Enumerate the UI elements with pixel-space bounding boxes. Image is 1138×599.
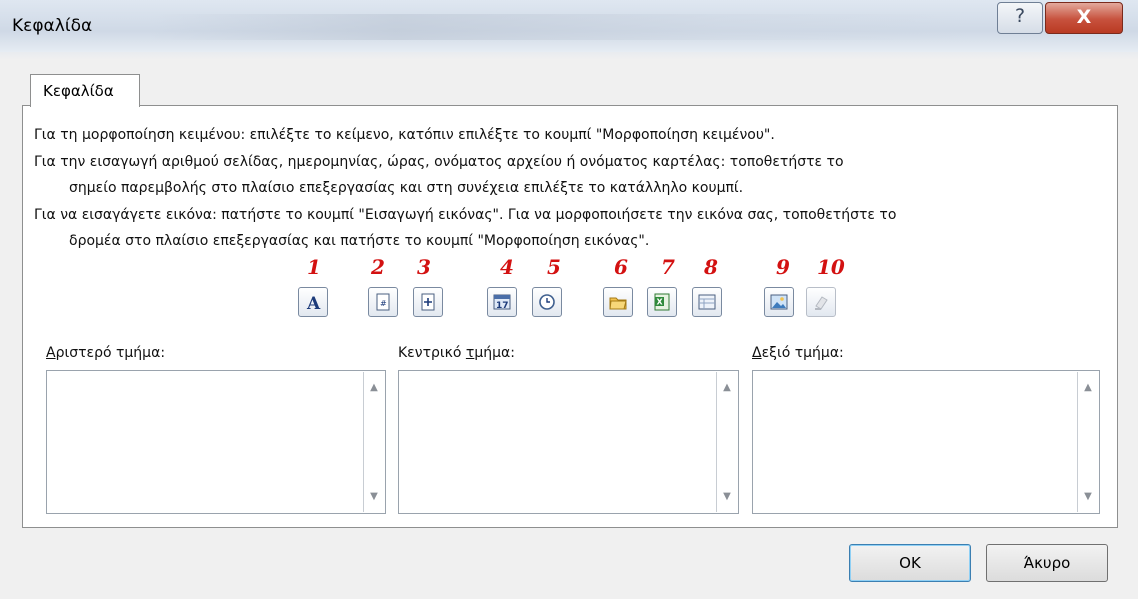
- left-section-input[interactable]: ▲ ▼: [46, 370, 386, 514]
- annotation-number: 1: [307, 255, 321, 279]
- insert-picture-icon: [770, 294, 788, 310]
- format-picture-button[interactable]: [806, 287, 836, 317]
- right-section-label: Δεξιό τμήμα:: [752, 345, 844, 361]
- insert-file-path-button[interactable]: [603, 287, 633, 317]
- annotation-number: 6: [614, 255, 628, 279]
- close-button[interactable]: X: [1045, 2, 1123, 34]
- scroll-up-icon[interactable]: ▲: [1078, 382, 1098, 393]
- time-icon: [539, 294, 555, 310]
- number-of-pages-icon: [421, 293, 435, 311]
- scroll-up-icon[interactable]: ▲: [717, 382, 737, 393]
- center-section-scrollbar[interactable]: ▲ ▼: [716, 372, 737, 512]
- format-text-icon: A: [306, 294, 321, 312]
- scroll-down-icon[interactable]: ▼: [717, 491, 737, 502]
- dialog-title: Κεφαλίδα: [12, 16, 93, 36]
- date-icon: 17: [493, 294, 511, 311]
- title-bar: Κεφαλίδα ? X: [0, 0, 1138, 52]
- annotation-number: 4: [500, 255, 514, 279]
- scroll-down-icon[interactable]: ▼: [364, 491, 384, 502]
- ok-button-label: OK: [899, 554, 921, 572]
- insert-file-name-button[interactable]: X: [647, 287, 677, 317]
- folder-icon: [609, 297, 627, 310]
- annotation-number: 3: [417, 255, 431, 279]
- insert-sheet-name-button[interactable]: [692, 287, 722, 317]
- insert-date-button[interactable]: 17: [487, 287, 517, 317]
- left-section-scrollbar[interactable]: ▲ ▼: [363, 372, 384, 512]
- ok-button[interactable]: OK: [849, 544, 971, 582]
- excel-file-icon: X: [654, 293, 670, 311]
- svg-text:17: 17: [496, 301, 509, 311]
- center-section-input[interactable]: ▲ ▼: [398, 370, 739, 514]
- right-section-scrollbar[interactable]: ▲ ▼: [1077, 372, 1098, 512]
- help-icon: ?: [1014, 5, 1026, 27]
- instruction-line-4: Για να εισαγάγετε εικόνα: πατήστε το κου…: [34, 207, 897, 223]
- cancel-button[interactable]: Άκυρο: [986, 544, 1108, 582]
- title-bar-background: [150, 14, 970, 40]
- annotation-number: 10: [817, 255, 845, 279]
- annotation-number: 8: [704, 255, 718, 279]
- annotation-number: 7: [661, 255, 675, 279]
- insert-number-of-pages-button[interactable]: [413, 287, 443, 317]
- scroll-down-icon[interactable]: ▼: [1078, 491, 1098, 502]
- tab-header[interactable]: Κεφαλίδα: [30, 74, 140, 107]
- instruction-line-2: Για την εισαγωγή αριθμού σελίδας, ημερομ…: [34, 154, 844, 170]
- annotation-number: 9: [776, 255, 790, 279]
- right-section-input[interactable]: ▲ ▼: [752, 370, 1100, 514]
- instruction-line-5: δρομέα στο πλαίσιο επεξεργασίας και πατή…: [69, 233, 650, 249]
- annotation-number: 2: [371, 255, 385, 279]
- close-icon: X: [1076, 6, 1092, 28]
- format-text-button[interactable]: A: [298, 287, 328, 317]
- insert-picture-button[interactable]: [764, 287, 794, 317]
- instruction-line-3: σημείο παρεμβολής στο πλαίσιο επεξεργασί…: [69, 180, 744, 196]
- svg-text:X: X: [657, 298, 664, 307]
- page-number-icon: #: [376, 293, 390, 311]
- left-section-label: Αριστερό τμήμα:: [46, 345, 166, 361]
- insert-time-button[interactable]: [532, 287, 562, 317]
- svg-text:A: A: [306, 294, 321, 312]
- scroll-up-icon[interactable]: ▲: [364, 382, 384, 393]
- insert-page-number-button[interactable]: #: [368, 287, 398, 317]
- cancel-button-label: Άκυρο: [1023, 554, 1071, 572]
- tab-header-label: Κεφαλίδα: [43, 82, 114, 100]
- instruction-line-1: Για τη μορφοποίηση κειμένου: επιλέξτε το…: [34, 127, 775, 143]
- header-dialog: Κεφαλίδα ? X Κεφαλίδα Για τη μορφοποίηση…: [0, 0, 1138, 599]
- sheet-name-icon: [698, 294, 716, 310]
- format-picture-icon: [815, 296, 828, 310]
- help-button[interactable]: ?: [997, 2, 1043, 34]
- svg-text:#: #: [380, 299, 387, 308]
- annotation-number: 5: [547, 255, 561, 279]
- center-section-label: Κεντρικό τμήμα:: [398, 345, 515, 361]
